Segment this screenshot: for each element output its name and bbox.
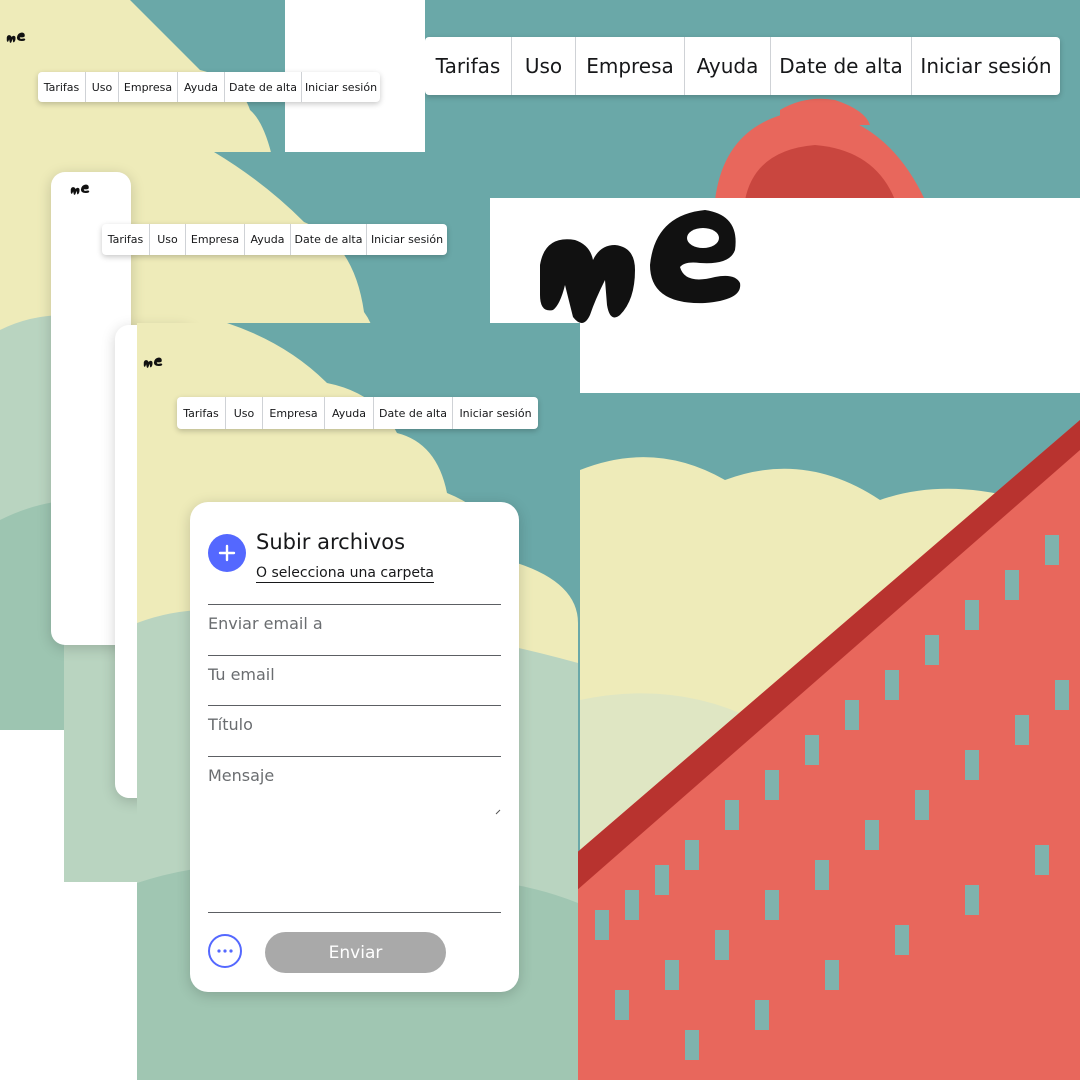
- nav-uso[interactable]: Uso: [511, 37, 575, 95]
- upload-title[interactable]: Subir archivos: [256, 530, 405, 554]
- main-nav-small-c: Tarifas Uso Empresa Ayuda Date de alta I…: [177, 397, 538, 429]
- more-options-button[interactable]: [208, 934, 242, 968]
- we-logo-small[interactable]: [68, 184, 92, 196]
- nav-uso[interactable]: Uso: [225, 397, 262, 429]
- plus-icon: [218, 544, 236, 562]
- nav-date-de-alta[interactable]: Date de alta: [290, 224, 366, 255]
- nav-ayuda[interactable]: Ayuda: [177, 72, 224, 102]
- message-placeholder: Mensaje: [208, 766, 275, 785]
- add-files-button[interactable]: [208, 534, 246, 572]
- send-button[interactable]: Enviar: [265, 932, 446, 973]
- your-email-placeholder: Tu email: [208, 665, 275, 684]
- nav-uso[interactable]: Uso: [85, 72, 118, 102]
- nav-ayuda[interactable]: Ayuda: [324, 397, 373, 429]
- email-to-placeholder: Enviar email a: [208, 614, 323, 633]
- your-email-field[interactable]: Tu email: [208, 655, 501, 705]
- nav-iniciar-sesion[interactable]: Iniciar sesión: [452, 397, 538, 429]
- nav-iniciar-sesion[interactable]: Iniciar sesión: [911, 37, 1060, 95]
- nav-iniciar-sesion[interactable]: Iniciar sesión: [366, 224, 447, 255]
- nav-tarifas[interactable]: Tarifas: [425, 37, 511, 95]
- upload-card: Subir archivos O selecciona una carpeta …: [190, 502, 519, 992]
- we-logo-small[interactable]: [4, 32, 28, 44]
- nav-empresa[interactable]: Empresa: [185, 224, 244, 255]
- nav-date-de-alta[interactable]: Date de alta: [770, 37, 911, 95]
- more-options-icon: [217, 949, 233, 953]
- nav-ayuda[interactable]: Ayuda: [684, 37, 770, 95]
- nav-iniciar-sesion[interactable]: Iniciar sesión: [301, 72, 380, 102]
- title-field[interactable]: Título: [208, 705, 501, 755]
- we-logo-small[interactable]: [141, 357, 165, 369]
- nav-tarifas[interactable]: Tarifas: [177, 397, 225, 429]
- we-logo[interactable]: [535, 205, 745, 335]
- nav-empresa[interactable]: Empresa: [575, 37, 684, 95]
- nav-date-de-alta[interactable]: Date de alta: [373, 397, 452, 429]
- nav-ayuda[interactable]: Ayuda: [244, 224, 290, 255]
- title-placeholder: Título: [208, 715, 253, 734]
- nav-uso[interactable]: Uso: [149, 224, 185, 255]
- main-nav-large: Tarifas Uso Empresa Ayuda Date de alta I…: [425, 37, 1060, 95]
- resize-handle-icon[interactable]: [495, 809, 501, 815]
- nav-date-de-alta[interactable]: Date de alta: [224, 72, 301, 102]
- message-field[interactable]: Mensaje: [208, 756, 501, 913]
- nav-empresa[interactable]: Empresa: [118, 72, 177, 102]
- email-to-field[interactable]: Enviar email a: [208, 604, 501, 654]
- nav-tarifas[interactable]: Tarifas: [38, 72, 85, 102]
- main-nav-small-a: Tarifas Uso Empresa Ayuda Date de alta I…: [38, 72, 380, 102]
- select-folder-link[interactable]: O selecciona una carpeta: [256, 565, 435, 583]
- nav-empresa[interactable]: Empresa: [262, 397, 324, 429]
- main-nav-small-b: Tarifas Uso Empresa Ayuda Date de alta I…: [102, 224, 447, 255]
- nav-tarifas[interactable]: Tarifas: [102, 224, 149, 255]
